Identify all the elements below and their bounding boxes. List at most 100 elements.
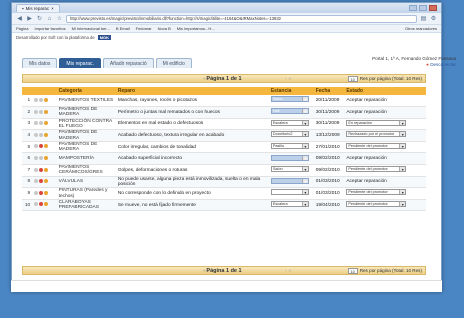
alert-icon[interactable] (39, 202, 44, 207)
alert-icon[interactable] (39, 132, 44, 137)
back-icon[interactable]: ◀ (16, 15, 23, 22)
tab-anadir-reparacion[interactable]: Añadir reparació (102, 58, 154, 68)
folder-icon[interactable] (44, 132, 49, 137)
folder-icon[interactable] (44, 156, 49, 161)
star-icon[interactable]: ☆ (56, 15, 63, 22)
alert-icon[interactable] (39, 97, 44, 102)
reparo-cell: No corresponde con lo definido en proyec… (115, 187, 269, 200)
estancia-select[interactable]: Salón (270, 96, 309, 103)
per-page-select[interactable]: 10 (347, 267, 358, 274)
row-number: 4 (22, 129, 33, 142)
view-icon[interactable] (34, 202, 39, 207)
folder-icon[interactable] (44, 144, 49, 149)
wrench-icon[interactable]: ⚙ (430, 15, 437, 22)
header-estancia[interactable]: Estancia (268, 87, 314, 95)
bookmark-item[interactable]: Página (16, 26, 28, 31)
app-tabs: Mis datos Mis reparac. Añadir reparació … (22, 58, 192, 68)
home-icon[interactable]: ⌂ (46, 16, 53, 22)
bookmark-item[interactable]: B Email (116, 26, 130, 31)
view-icon[interactable] (34, 109, 39, 114)
estado-select[interactable]: Pendiente del promotor (346, 189, 407, 196)
folder-icon[interactable] (44, 121, 49, 126)
estancia-select[interactable] (270, 154, 309, 161)
repairs-table: Categoría Reparo Estancia Fecha Estado 1… (22, 87, 426, 212)
header-fecha[interactable]: Fecha (313, 87, 345, 95)
estancia-select[interactable]: Hall (270, 108, 309, 115)
categoria-cell: PAVIMENTOS CERÁMICOS/GRES (56, 164, 116, 177)
alert-icon[interactable] (39, 179, 44, 184)
next-page-icon[interactable]: › (285, 76, 287, 81)
close-icon[interactable]: × (51, 6, 54, 11)
estado-select[interactable]: Pendiente del promotor (346, 166, 407, 173)
forward-icon[interactable]: ▶ (26, 15, 33, 22)
next-page-icon[interactable]: › (285, 268, 287, 273)
bookmark-item[interactable]: Mi Internacional ber... (72, 26, 110, 31)
folder-icon[interactable] (44, 167, 49, 172)
alert-icon[interactable] (39, 121, 44, 126)
fecha-cell: 01/03/2010 (313, 176, 345, 189)
reparo-cell: Se mueve, no está fijado firmemente (115, 199, 269, 212)
header-estado[interactable]: Estado (344, 87, 426, 95)
estado-select[interactable]: Rechazado por el promotor (346, 131, 407, 138)
last-page-icon[interactable]: » (289, 76, 292, 81)
estancia-select[interactable]: Dormitorio2 (270, 131, 309, 138)
view-icon[interactable] (34, 144, 39, 149)
row-number: 1 (22, 95, 33, 108)
estancia-select[interactable] (270, 177, 309, 184)
bookmark-item[interactable]: Nova B (158, 26, 171, 31)
bookmark-item[interactable]: Fedomar (136, 26, 152, 31)
close-window-button[interactable] (429, 5, 437, 11)
folder-icon[interactable] (44, 179, 49, 184)
header-reparo[interactable]: Reparo (115, 87, 269, 95)
view-icon[interactable] (34, 97, 39, 102)
reload-icon[interactable]: ↻ (36, 15, 43, 22)
view-icon[interactable] (34, 156, 39, 161)
estancia-select[interactable]: Pasillo (270, 143, 309, 150)
reparo-cell: Manchas, rayones, rocés o picotazos (115, 95, 269, 108)
categoria-cell: PAVIMENTOS DE MADERA (56, 129, 116, 142)
view-icon[interactable] (34, 121, 39, 126)
folder-icon[interactable] (44, 202, 49, 207)
bookmark-item[interactable]: Mis importamos...H... (177, 26, 215, 31)
estado-select[interactable]: Pendiente del promotor (346, 143, 407, 150)
estado-select[interactable]: Pendiente del promotor (346, 201, 407, 208)
last-page-icon[interactable]: » (289, 268, 292, 273)
header-categoria[interactable]: Categoría (56, 87, 116, 95)
row-number: 5 (22, 141, 33, 154)
maximize-button[interactable] (419, 5, 427, 11)
tab-mis-datos[interactable]: Mis datos (22, 58, 58, 68)
view-icon[interactable] (34, 167, 39, 172)
estado-text: Aceptar reparación (346, 156, 387, 162)
categoria-cell: PAVIMENTOS TEXTILES (56, 95, 116, 108)
other-bookmarks[interactable]: Otros marcadores (405, 26, 437, 31)
alert-icon[interactable] (39, 156, 44, 161)
tab-mis-reparaciones[interactable]: Mis reparac. (59, 58, 101, 68)
estado-select[interactable]: En reparación (346, 119, 407, 126)
browser-tab[interactable]: ▪ Mis reparac × (16, 4, 60, 12)
per-page-label: Res por página (Total: 10 Res) (359, 268, 422, 273)
estado-cell: Pendiente del promotor (344, 199, 426, 212)
alert-icon[interactable] (39, 109, 44, 114)
logout-link[interactable]: Desconectar (430, 62, 456, 67)
estancia-select[interactable] (270, 189, 309, 196)
row-number: 6 (22, 152, 33, 166)
address-bar[interactable]: http://www.previsto.es/magic/previsto/in… (66, 14, 417, 23)
alert-icon[interactable] (39, 190, 44, 195)
folder-icon[interactable] (44, 109, 49, 114)
folder-icon[interactable] (44, 97, 49, 102)
alert-icon[interactable] (39, 167, 44, 172)
view-icon[interactable] (34, 190, 39, 195)
alert-icon[interactable] (39, 144, 44, 149)
folder-icon[interactable] (44, 190, 49, 195)
estancia-select[interactable]: Salón (270, 166, 309, 173)
per-page-select[interactable]: 10 (347, 75, 358, 82)
minimize-button[interactable] (409, 5, 417, 11)
view-icon[interactable] (34, 132, 39, 137)
page-menu-icon[interactable]: ▤ (420, 15, 427, 22)
bookmarks-bar: Página Importar favoritos Mi Internacion… (12, 25, 441, 33)
bookmark-item[interactable]: Importar favoritos (34, 26, 65, 31)
view-icon[interactable] (34, 179, 39, 184)
estancia-select[interactable]: Escalera (270, 201, 309, 208)
tab-mi-edificio[interactable]: Mi edificio (155, 58, 192, 68)
estancia-select[interactable]: Escalera (270, 119, 309, 126)
